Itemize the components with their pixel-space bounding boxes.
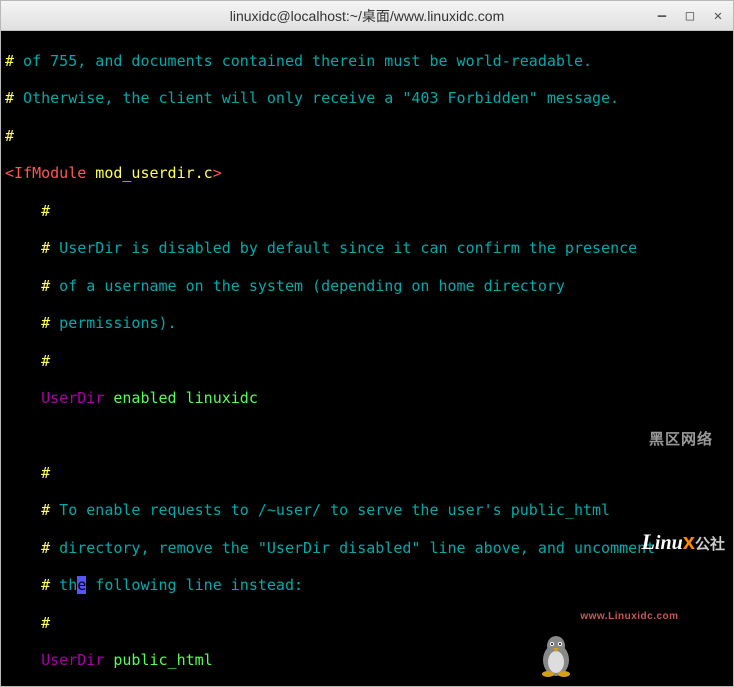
config-comment: of 755, and documents contained therein … (14, 52, 592, 70)
config-comment: # (5, 464, 50, 482)
window-title: linuxidc@localhost:~/桌面/www.linuxidc.com (1, 6, 733, 26)
close-button[interactable]: ✕ (711, 9, 725, 23)
directive-open: <IfModule (5, 164, 86, 182)
config-comment: # (5, 52, 14, 70)
config-comment: permissions). (50, 314, 176, 332)
directive-close: > (213, 164, 222, 182)
config-comment: following line instead: (86, 576, 303, 594)
config-comment: # (5, 89, 14, 107)
config-comment: Otherwise, the client will only receive … (14, 89, 619, 107)
config-comment: UserDir is disabled by default since it … (50, 239, 637, 257)
terminal-content[interactable]: # of 755, and documents contained therei… (1, 31, 733, 686)
config-comment: # (5, 127, 14, 145)
config-comment: of a username on the system (depending o… (50, 277, 565, 295)
directive-keyword: UserDir (5, 389, 104, 407)
config-comment: # (5, 314, 50, 332)
config-comment: th (50, 576, 77, 594)
config-comment: # (5, 539, 50, 557)
config-comment: # (5, 501, 50, 519)
config-comment: To enable requests to /~user/ to serve t… (50, 501, 610, 519)
directive-arg: mod_userdir.c (86, 164, 212, 182)
config-comment: # (5, 277, 50, 295)
maximize-button[interactable]: □ (683, 9, 697, 23)
directive-keyword: UserDir (5, 651, 104, 669)
config-comment: # (5, 614, 50, 632)
window-controls: — □ ✕ (655, 9, 725, 23)
minimize-button[interactable]: — (655, 9, 669, 23)
config-comment: # (5, 239, 50, 257)
titlebar: linuxidc@localhost:~/桌面/www.linuxidc.com… (1, 1, 733, 31)
directive-value: enabled linuxidc (104, 389, 258, 407)
text-cursor: e (77, 576, 86, 594)
config-comment: directory, remove the "UserDir disabled"… (50, 539, 655, 557)
config-comment: # (5, 202, 50, 220)
directive-value: public_html (104, 651, 212, 669)
config-comment: # (5, 576, 50, 594)
terminal-window: linuxidc@localhost:~/桌面/www.linuxidc.com… (0, 0, 734, 687)
config-comment: # (5, 352, 50, 370)
